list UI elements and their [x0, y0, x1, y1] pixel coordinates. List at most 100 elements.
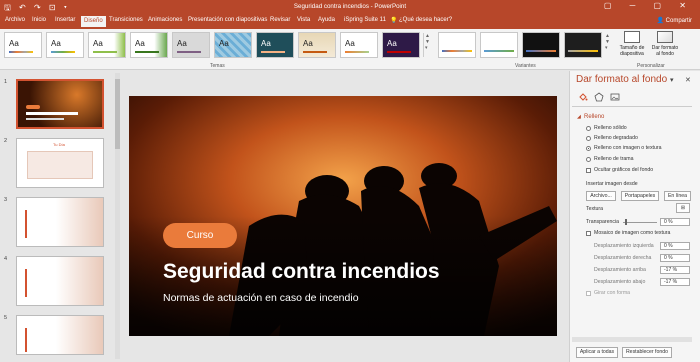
theme-3[interactable]: Aa: [88, 32, 126, 58]
checkbox-girar-forma[interactable]: [586, 291, 591, 296]
effects-pentagon-icon[interactable]: [594, 92, 604, 102]
format-bg-label: Dar formato al fondo: [651, 45, 679, 57]
fill-bucket-icon[interactable]: [578, 92, 588, 102]
tab-ispring[interactable]: iSpring Suite 11: [344, 17, 386, 23]
slide-number-3: 3: [4, 197, 8, 203]
variant-1[interactable]: [438, 32, 476, 58]
slide-thumb-2[interactable]: Tu Día: [16, 138, 104, 188]
tab-transiciones[interactable]: Transiciones: [109, 17, 143, 23]
tab-vista[interactable]: Vista: [297, 17, 310, 23]
tab-animaciones[interactable]: Animaciones: [148, 17, 182, 23]
course-badge: Curso: [163, 223, 237, 248]
variant-4[interactable]: [564, 32, 602, 58]
offset-top-field[interactable]: -17 %: [660, 266, 690, 274]
variants-scroll[interactable]: ▲ ▼ ▾: [605, 33, 611, 57]
tab-inicio[interactable]: Inicio: [32, 17, 46, 23]
panel-divider: [572, 106, 692, 107]
label-relleno-degradado: Relleno degradado: [594, 135, 638, 141]
slide-title[interactable]: Seguridad contra incendios: [163, 260, 440, 284]
tab-revisar[interactable]: Revisar: [270, 17, 290, 23]
offset-right-field[interactable]: 0 %: [660, 254, 690, 262]
thumb-2-title: Tu Día: [53, 142, 65, 147]
theme-6[interactable]: Aa: [214, 32, 252, 58]
lightbulb-icon: 💡: [390, 18, 398, 24]
theme-office[interactable]: Aa: [4, 32, 42, 58]
group-temas: Temas: [210, 63, 225, 69]
thumb-4-list: [25, 269, 57, 297]
format-background-icon: [657, 31, 673, 43]
slide-thumb-3[interactable]: [16, 197, 104, 247]
close-icon[interactable]: ✕: [685, 76, 691, 84]
design-ribbon: Aa Aa Aa Aa Aa Aa Aa Aa Aa Aa ▲ ▼ ▾ Temas …: [0, 29, 700, 70]
checkbox-ocultar-graficos[interactable]: [586, 168, 591, 173]
transparency-field[interactable]: 0 %: [660, 218, 690, 226]
panel-title: Dar formato al fondo: [576, 74, 668, 85]
variant-2[interactable]: [480, 32, 518, 58]
thumb-5-list: [25, 328, 57, 352]
checkbox-mosaico[interactable]: [586, 231, 591, 236]
thumb-badge: [26, 105, 40, 109]
tab-insertar[interactable]: Insertar: [55, 17, 75, 23]
thumbnail-scrollbar[interactable]: [115, 73, 120, 359]
theme-7[interactable]: Aa: [256, 32, 294, 58]
ribbon-tabs: Archivo Inicio Insertar Diseño Transicio…: [0, 14, 700, 29]
slide-subtitle[interactable]: Normas de actuación en caso de incendio: [163, 292, 359, 304]
transparency-slider[interactable]: [623, 222, 657, 223]
share-label: Compartir: [665, 18, 692, 24]
format-background-button[interactable]: Dar formato al fondo: [650, 31, 680, 57]
tab-diseno[interactable]: Diseño: [81, 16, 106, 27]
share-button[interactable]: 👤 Compartir: [657, 17, 692, 24]
variant-3[interactable]: [522, 32, 560, 58]
tab-ayuda[interactable]: Ayuda: [318, 17, 335, 23]
slide-size-icon: [624, 31, 640, 43]
theme-10[interactable]: Aa: [382, 32, 420, 58]
portapapeles-button[interactable]: Portapapeles: [621, 191, 659, 201]
label-relleno-imagen: Relleno con imagen o textura: [594, 145, 662, 151]
tell-me-box[interactable]: ¿Qué desea hacer?: [399, 17, 452, 23]
theme-8[interactable]: Aa: [298, 32, 336, 58]
radio-relleno-trama[interactable]: [586, 157, 591, 162]
thumb-title: [26, 112, 78, 115]
group-variantes: Variantes: [515, 63, 536, 69]
panel-options-icon[interactable]: ▾: [670, 76, 674, 84]
thumb-3-list: [25, 210, 57, 238]
radio-relleno-imagen[interactable]: [586, 146, 591, 151]
slide-horizontal-scrollbar[interactable]: [123, 352, 568, 362]
panel-horizontal-scrollbar[interactable]: [572, 337, 692, 342]
texture-picker-icon[interactable]: ⊞: [676, 203, 690, 213]
slide-number-4: 4: [4, 256, 8, 262]
theme-9[interactable]: Aa: [340, 32, 378, 58]
thumb-subtitle: [26, 118, 64, 120]
label-mosaico: Mosaico de imagen como textura: [594, 230, 671, 236]
theme-2[interactable]: Aa: [46, 32, 84, 58]
aplicar-todas-button[interactable]: Aplicar a todas: [576, 347, 618, 358]
relleno-section-header[interactable]: Relleno: [584, 114, 604, 120]
picture-icon[interactable]: [610, 92, 620, 102]
slide-size-label: Tamaño de diapositiva: [619, 45, 645, 57]
transparency-slider-thumb[interactable]: [625, 219, 627, 225]
slide-thumb-4[interactable]: [16, 256, 104, 306]
restablecer-fondo-button[interactable]: Restablecer fondo: [622, 347, 672, 358]
tab-archivo[interactable]: Archivo: [5, 17, 25, 23]
offset-bottom-field[interactable]: -17 %: [660, 278, 690, 286]
label-relleno-trama: Relleno de trama: [594, 156, 634, 162]
group-personalizar: Personalizar: [637, 63, 665, 69]
theme-4[interactable]: Aa: [130, 32, 168, 58]
collapse-arrow-icon[interactable]: ◢: [577, 114, 581, 120]
theme-5[interactable]: Aa: [172, 32, 210, 58]
radio-relleno-solido[interactable]: [586, 126, 591, 131]
themes-scroll[interactable]: ▲ ▼ ▾: [423, 33, 430, 57]
offset-left-field[interactable]: 0 %: [660, 242, 690, 250]
label-offset-left: Desplazamiento izquierda: [594, 243, 654, 249]
slide-vertical-scrollbar[interactable]: [561, 71, 568, 351]
window-title: Seguridad contra incendios - PowerPoint: [293, 3, 407, 10]
archivo-button[interactable]: Archivo...: [586, 191, 616, 201]
en-linea-button[interactable]: En línea: [664, 191, 691, 201]
slide-size-button[interactable]: Tamaño de diapositiva: [617, 31, 647, 57]
label-relleno-solido: Relleno sólido: [594, 125, 627, 131]
tab-presentacion[interactable]: Presentación con diapositivas: [188, 17, 267, 23]
window-controls[interactable]: ▢ ─ ▢ ✕: [604, 1, 694, 10]
slide-thumb-5[interactable]: [16, 315, 104, 355]
radio-relleno-degradado[interactable]: [586, 136, 591, 141]
slide-thumb-1[interactable]: [16, 79, 104, 129]
